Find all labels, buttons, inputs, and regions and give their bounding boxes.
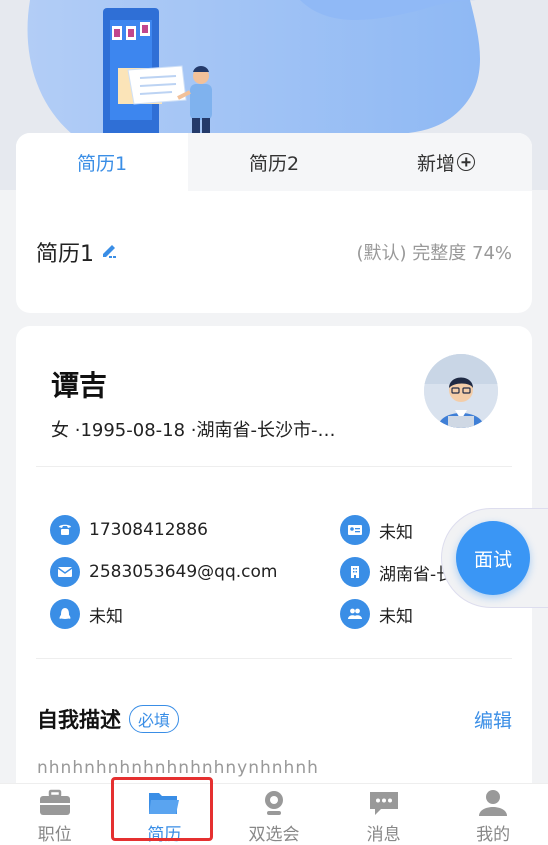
phone-value: 17308412886: [89, 520, 208, 540]
tab-job-fair[interactable]: 双选会: [219, 784, 329, 845]
tab-label: 我的: [476, 825, 511, 845]
folder-icon: [147, 788, 181, 818]
email-value: 2583053649@qq.com: [89, 562, 278, 582]
resume-name: 简历1: [36, 236, 118, 268]
profile-basic-info: 女 ·1995-08-18 ·湖南省-长沙市-…: [51, 420, 336, 441]
webcam-icon: [257, 788, 291, 818]
contact-email: 2583053649@qq.com: [50, 557, 277, 587]
qq-penguin-icon: [50, 599, 80, 629]
edit-self-description-button[interactable]: 编辑: [474, 706, 512, 733]
self-description-title: 自我描述 必填: [37, 704, 180, 734]
tab-resume[interactable]: 简历: [110, 784, 220, 845]
contact-id-card: 未知: [340, 515, 413, 545]
tab-add-resume[interactable]: 新增: [360, 133, 532, 191]
interview-button[interactable]: 面试: [456, 521, 530, 595]
chat-icon: [367, 788, 401, 818]
tab-label: 新增: [416, 152, 455, 175]
tab-label: 简历: [147, 825, 182, 845]
tab-label: 双选会: [248, 825, 300, 845]
marital-value: 未知: [379, 606, 413, 627]
bottom-tab-bar: 职位 简历 双选会 消息 我的: [0, 783, 548, 845]
building-icon: [340, 557, 370, 587]
pencil-icon[interactable]: [100, 240, 118, 265]
interview-float-button[interactable]: 面试: [441, 508, 548, 608]
tab-profile[interactable]: 我的: [438, 784, 548, 845]
profile-name: 谭吉: [51, 369, 108, 402]
contact-address: 湖南省-长: [340, 557, 453, 587]
id-card-value: 未知: [379, 522, 413, 543]
tab-label: 简历2: [248, 152, 300, 175]
tab-jobs[interactable]: 职位: [0, 784, 110, 845]
section-title-text: 自我描述: [37, 708, 121, 732]
tab-label: 消息: [366, 825, 401, 845]
required-badge: 必填: [129, 705, 180, 733]
divider: [36, 658, 512, 659]
briefcase-icon: [38, 788, 72, 818]
phone-icon: [50, 515, 80, 545]
id-card-icon: [340, 515, 370, 545]
contact-marital: 未知: [340, 599, 413, 629]
self-description-text: nhnhnhnhnhnhnhnhnynhnhnh: [37, 758, 319, 778]
resume-name-label: 简历1: [36, 242, 94, 267]
tab-resume-1[interactable]: 简历1: [16, 133, 188, 191]
avatar[interactable]: [424, 354, 498, 428]
resume-page: 简历1 简历2 新增 简历1 (默认) 完整度 74% 谭吉 女 ·1995-0…: [0, 0, 548, 845]
resume-completeness: (默认) 完整度 74%: [356, 243, 513, 264]
divider: [36, 466, 512, 467]
resume-tabs-card: 简历1 简历2 新增 简历1 (默认) 完整度 74%: [16, 133, 532, 313]
people-icon: [340, 599, 370, 629]
contact-phone: 17308412886: [50, 515, 208, 545]
contact-qq: 未知: [50, 599, 123, 629]
person-icon: [476, 788, 510, 818]
resume-tabs: 简历1 简历2 新增: [16, 133, 532, 191]
tab-label: 职位: [37, 825, 72, 845]
resume-info-row: 简历1 (默认) 完整度 74%: [16, 221, 532, 283]
plus-circle-icon: [457, 153, 475, 171]
tab-messages[interactable]: 消息: [329, 784, 439, 845]
tab-label: 简历1: [76, 152, 128, 175]
qq-value: 未知: [89, 606, 123, 627]
mail-icon: [50, 557, 80, 587]
tab-resume-2[interactable]: 简历2: [188, 133, 360, 191]
